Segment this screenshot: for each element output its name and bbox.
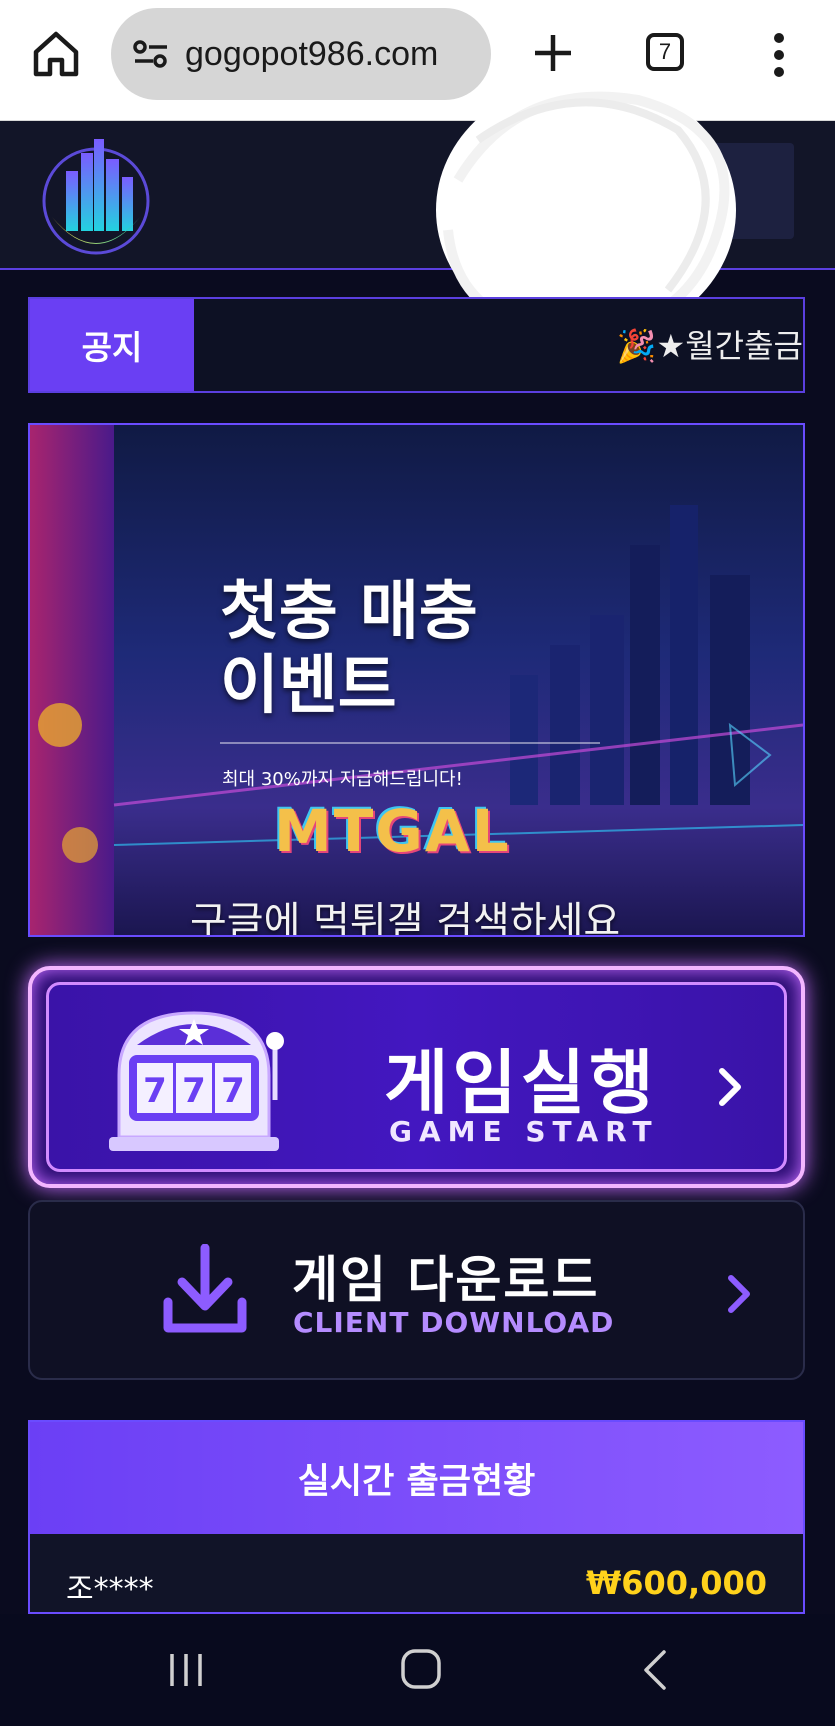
withdrawal-amount: ₩600,000	[585, 1564, 767, 1602]
chevron-right-icon	[719, 1068, 741, 1106]
game-start-title: 게임실행	[384, 1042, 658, 1124]
table-row: 조**** ₩600,000	[30, 1534, 803, 1612]
client-download-button[interactable]: 게임 다운로드 CLIENT DOWNLOAD	[28, 1200, 805, 1380]
download-icon	[163, 1244, 247, 1333]
banner-search-text: 구글에 먹튀갤 검색하세요	[190, 899, 621, 937]
game-start-button[interactable]: 7 7 7 게임실행 GAME START	[28, 966, 805, 1188]
game-start-subtitle: GAME START	[389, 1115, 659, 1148]
chevron-right-icon	[728, 1275, 750, 1313]
home-icon[interactable]	[30, 28, 82, 80]
svg-text:7: 7	[221, 1071, 245, 1111]
download-title: 게임 다운로드	[292, 1251, 600, 1309]
system-home-icon[interactable]	[400, 1648, 442, 1690]
back-icon[interactable]	[640, 1648, 670, 1692]
recent-apps-icon[interactable]	[166, 1650, 206, 1690]
site-logo[interactable]	[38, 131, 154, 259]
banner-title: 첫충 매충 이벤트	[220, 575, 478, 723]
more-options-icon[interactable]	[770, 32, 788, 78]
url-text: gogopot986.com	[185, 34, 439, 73]
notice-ticker[interactable]: 🎉★월간출금	[617, 321, 803, 367]
banner-brand-logo: MTGAL	[274, 797, 511, 865]
notice-bar: 공지 🎉★월간출금	[28, 297, 805, 393]
site-settings-icon[interactable]	[131, 34, 171, 74]
notice-label: 공지	[30, 299, 194, 391]
banner-subtitle: 최대 30%까지 지급해드립니다!	[222, 769, 463, 790]
live-withdrawals-panel: 실시간 출금현황 조**** ₩600,000	[28, 1420, 805, 1614]
withdrawal-user: 조****	[66, 1572, 154, 1607]
slot-machine-icon: 7 7 7	[109, 1011, 284, 1151]
withdrawals-header: 실시간 출금현황	[30, 1422, 803, 1534]
svg-text:7: 7	[143, 1071, 167, 1111]
download-subtitle: CLIENT DOWNLOAD	[293, 1306, 615, 1339]
event-banner[interactable]: 첫충 매충 이벤트 최대 30%까지 지급해드립니다! MTGAL 구글에 먹튀…	[28, 423, 805, 937]
system-navigation-bar	[0, 1614, 835, 1726]
svg-text:7: 7	[182, 1071, 206, 1111]
